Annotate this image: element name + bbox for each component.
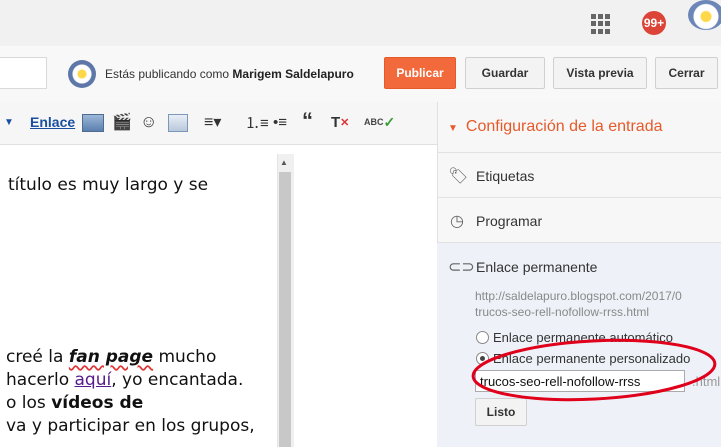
post-body-editor[interactable]: título es muy largo y se creé la fan pag… (0, 154, 277, 447)
editor-text: mucho (153, 347, 217, 367)
triangle-down-icon: ▼ (448, 123, 458, 134)
done-button[interactable]: Listo (475, 398, 527, 426)
clock-icon: ◷ (450, 213, 464, 230)
scrollbar-thumb[interactable] (279, 172, 291, 447)
top-bar (0, 0, 721, 46)
apps-grid-icon[interactable] (591, 14, 611, 34)
insert-video-icon[interactable]: 🎬 (112, 112, 132, 132)
chevron-down-icon[interactable]: ▼ (4, 112, 14, 132)
html-suffix: .html (692, 374, 721, 389)
preview-button[interactable]: Vista previa (553, 57, 647, 89)
close-button[interactable]: Cerrar (655, 57, 718, 89)
tag-icon: 🏷 (448, 168, 469, 185)
insert-emoji-icon[interactable]: ☺ (140, 112, 157, 132)
labels-label: Etiquetas (476, 168, 535, 184)
automatic-permalink-label[interactable]: Enlace permanente automático (493, 330, 673, 345)
editor-text-line: va y participar en los grupos, (6, 416, 255, 436)
blockquote-icon[interactable]: “ (302, 108, 313, 133)
editor-text: hacerlo (6, 370, 75, 390)
editor-text: creé la (6, 347, 69, 367)
save-button[interactable]: Guardar (465, 57, 545, 89)
permalink-url: http://saldelapuro.blogspot.com/2017/0 (475, 289, 682, 303)
divider (437, 152, 721, 153)
spellcheck-icon[interactable]: ABC ✓ (364, 112, 395, 132)
insert-link-button[interactable]: Enlace (30, 112, 75, 132)
post-title-input[interactable] (0, 57, 47, 89)
author-name: Marigem Saldelapuro (232, 67, 354, 81)
scroll-up-icon[interactable]: ▲ (280, 158, 288, 167)
publishing-as-text: Estás publicando como Marigem Saldelapur… (105, 67, 354, 81)
automatic-permalink-radio[interactable] (476, 331, 489, 344)
labels-setting[interactable]: 🏷 Etiquetas (448, 166, 534, 186)
numbered-list-icon[interactable]: ⒈≡ (245, 112, 269, 132)
insert-image-icon[interactable] (82, 114, 104, 132)
notifications-badge[interactable]: 99+ (642, 11, 666, 35)
permalink-url: trucos-seo-rell-nofollow-rrss.html (475, 305, 650, 319)
editor-text-line: hacerlo aquí, yo encantada. (6, 369, 243, 392)
editor-text-line: o los vídeos de (6, 392, 143, 415)
custom-permalink-radio[interactable] (476, 352, 489, 365)
divider (437, 197, 721, 198)
align-icon[interactable]: ≡▾ (204, 112, 221, 132)
editor-bold-text: vídeos de (51, 393, 144, 413)
editor-text: o los (6, 393, 52, 413)
spellcheck-text: ABC (364, 117, 384, 127)
bulleted-list-icon[interactable]: •≡ (273, 112, 287, 132)
editor-text-line: título es muy largo y se (8, 175, 209, 195)
permalink-label: Enlace permanente (476, 259, 598, 275)
link-icon: ⊂⊃ (448, 259, 475, 276)
editor-inline-link[interactable]: aquí (75, 370, 112, 390)
author-avatar (68, 60, 96, 88)
permalink-setting[interactable]: ⊂⊃ Enlace permanente (448, 257, 597, 277)
custom-permalink-input[interactable] (475, 370, 685, 392)
account-avatar[interactable] (688, 0, 721, 30)
editor-text: , yo encantada. (111, 370, 244, 390)
post-settings-header[interactable]: ▼ Configuración de la entrada (448, 118, 662, 136)
editor-text-line: creé la fan page mucho (6, 346, 216, 369)
publish-button[interactable]: Publicar (384, 57, 456, 89)
editor-bold-italic-text: fan page (68, 347, 154, 367)
publishing-prefix: Estás publicando como (105, 67, 233, 81)
schedule-setting[interactable]: ◷ Programar (448, 211, 542, 231)
post-settings-title: Configuración de la entrada (465, 118, 663, 135)
schedule-label: Programar (476, 213, 543, 229)
clear-formatting-icon[interactable]: T ✕ (331, 112, 349, 132)
custom-permalink-label[interactable]: Enlace permanente personalizado (493, 351, 690, 366)
insert-jump-break-icon[interactable] (168, 114, 188, 132)
